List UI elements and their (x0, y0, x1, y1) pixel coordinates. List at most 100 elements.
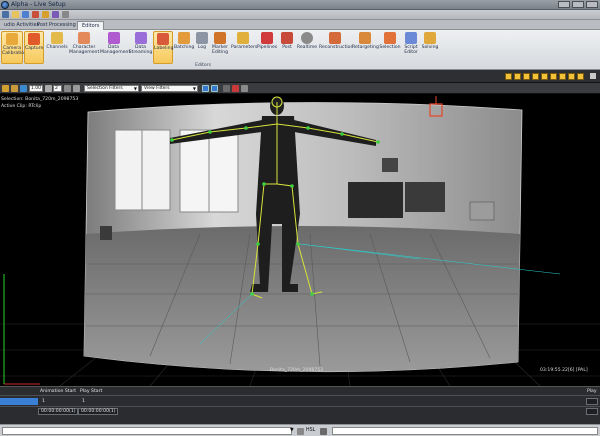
ribbon-button-reconstruction[interactable]: Reconstruction (319, 31, 353, 64)
ruler-icon[interactable] (241, 85, 248, 92)
play-start-timecode-box[interactable]: 00:00:00:00(1) (78, 408, 118, 415)
layout-8-icon[interactable] (568, 73, 575, 80)
undo-icon[interactable] (42, 11, 49, 18)
active-clip-info: Active Clip: RTclip (1, 104, 42, 109)
minimize-button[interactable] (558, 1, 570, 8)
ribbon-group-label: Editors (195, 63, 211, 68)
ribbon-button-labeling[interactable]: Labeling (153, 31, 174, 64)
redo-icon[interactable] (52, 11, 59, 18)
hsl-label: HSL (306, 428, 316, 433)
ribbon-button-retargeting[interactable]: Retargeting (352, 31, 379, 64)
menu-icon[interactable] (2, 11, 9, 18)
open-icon[interactable] (12, 11, 19, 18)
layout-6-icon[interactable] (550, 73, 557, 80)
chevron-down-icon[interactable]: ▼ (290, 428, 294, 433)
ribbon-button-solving[interactable]: Solving (421, 31, 439, 64)
layout-2-icon[interactable] (514, 73, 521, 80)
save-icon[interactable] (22, 11, 29, 18)
parameters-icon (237, 32, 249, 44)
status-input[interactable] (2, 427, 292, 435)
selection-info: Selection: Bonita_720m_2098753 (1, 97, 79, 102)
character-icon (78, 32, 90, 44)
timeline-selected-cell[interactable] (0, 398, 38, 405)
grid-icon[interactable] (2, 85, 9, 92)
ribbon-button-parameters[interactable]: Parameters (231, 31, 257, 64)
layout-7-icon[interactable] (559, 73, 566, 80)
ribbon-button-channels[interactable]: Channels (46, 31, 68, 64)
frame-selected-icon[interactable] (211, 85, 218, 92)
tab-post-processing[interactable]: Post Processing (33, 21, 80, 30)
post-icon (281, 32, 293, 44)
layout-9-icon[interactable] (577, 73, 584, 80)
box (469, 201, 495, 221)
status-field-right (332, 427, 598, 435)
chevron-down-icon: ▼ (133, 86, 137, 91)
ribbon-button-character-management[interactable]: Character Management (69, 31, 99, 64)
play-timecode-box[interactable] (586, 408, 598, 415)
ribbon-button-script-editor[interactable]: Script Editor (402, 31, 420, 64)
data-management-icon (107, 32, 120, 44)
close-file-icon[interactable] (32, 11, 39, 18)
labeling-icon (157, 33, 169, 45)
ribbon-button-pipelines[interactable]: Pipelines (256, 31, 278, 64)
timecode-label: 03:19:55.22[6] [PAL] (540, 368, 588, 373)
settings-icon[interactable] (73, 85, 80, 92)
animation-start-timecode-box[interactable]: 00:00:00:00(1) (38, 408, 78, 415)
lights-icon[interactable] (11, 85, 18, 92)
desk (405, 182, 445, 212)
view-filters-dropdown[interactable]: View Filters ▼ (141, 85, 198, 92)
filter-icon[interactable] (64, 85, 71, 92)
step-spinner[interactable]: 2 (53, 85, 62, 92)
capture-icon (28, 33, 40, 45)
ribbon-button-capture[interactable]: Capture (24, 31, 44, 64)
isolate-icon[interactable] (202, 85, 209, 92)
selection-filters-dropdown[interactable]: Selection Filters ▼ (84, 85, 139, 92)
maximize-button[interactable] (572, 1, 584, 8)
layout-4-icon[interactable] (532, 73, 539, 80)
status-icon[interactable] (297, 428, 304, 435)
tab-editors[interactable]: Editors (77, 21, 105, 30)
monitor (382, 158, 398, 172)
pipelines-icon (261, 32, 273, 44)
ribbon-button-data-streaming[interactable]: Data Streaming (128, 31, 153, 64)
app-logo-icon (1, 1, 9, 9)
close-button[interactable] (586, 1, 598, 8)
selection-icon (384, 32, 396, 44)
window-title: Alpha - Live Setup (11, 1, 66, 8)
ribbon-button-data-management[interactable]: Data Management (100, 31, 130, 64)
customize-icon[interactable] (62, 11, 69, 18)
ribbon-button-log[interactable]: Log (195, 31, 209, 64)
ribbon-button-realtime[interactable]: Realtime (296, 31, 318, 64)
layout-1-icon[interactable] (505, 73, 512, 80)
room-floor (84, 226, 520, 372)
frame-rate-spinner[interactable]: 1.00 (29, 85, 43, 92)
ribbon-button-post[interactable]: Post (279, 31, 295, 64)
status-bar: ▼ HSL (0, 424, 600, 436)
layout-3-icon[interactable] (523, 73, 530, 80)
3d-viewport[interactable]: Selection: Bonita_720m_2098753 Active Cl… (0, 94, 600, 386)
pen-icon[interactable] (223, 85, 230, 92)
play-start-value[interactable]: 1 (82, 399, 85, 404)
animation-start-header: Animation Start (40, 389, 77, 394)
marker-editing-icon (214, 32, 226, 44)
record-icon[interactable] (232, 85, 239, 92)
play-value-box[interactable] (586, 398, 598, 405)
log-icon (196, 32, 208, 44)
view-icon[interactable] (20, 85, 27, 92)
ribbon-button-selection[interactable]: Selection (379, 31, 401, 64)
color-picker-icon[interactable] (320, 428, 327, 435)
pin-icon[interactable] (590, 73, 596, 79)
ribbon-tabs: udio Activities Post Processing Editors (0, 20, 600, 30)
animation-start-value[interactable]: 1 (42, 399, 45, 404)
retargeting-icon (359, 32, 371, 44)
ribbon-button-camera-calibration[interactable]: Camera Calibration (1, 31, 27, 64)
camera-icon[interactable] (45, 85, 52, 92)
bin (100, 226, 112, 240)
ribbon-button-batching[interactable]: Batching (174, 31, 194, 64)
quick-access-toolbar (0, 10, 600, 20)
solving-icon (424, 32, 436, 44)
ribbon-button-marker-editing[interactable]: Marker Editing (210, 31, 230, 64)
play-start-header: Play Start (80, 389, 103, 394)
chevron-down-icon: ▼ (192, 86, 196, 91)
layout-5-icon[interactable] (541, 73, 548, 80)
